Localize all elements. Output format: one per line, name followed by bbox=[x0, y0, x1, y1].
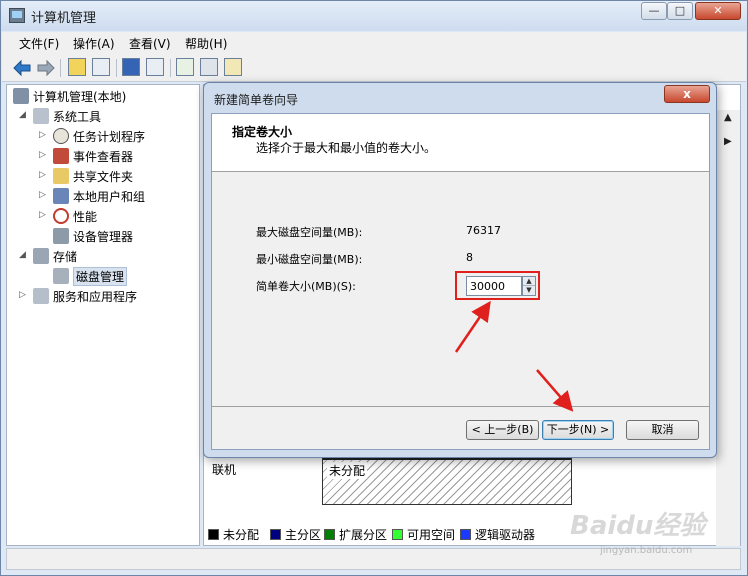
dialog-title: 新建简单卷向导 bbox=[214, 93, 299, 107]
services-icon bbox=[33, 288, 49, 304]
legend-unallocated: 未分配 bbox=[208, 526, 259, 543]
storage-icon bbox=[33, 248, 49, 264]
legend-extended: 扩展分区 bbox=[324, 526, 387, 543]
action-pane-icon[interactable] bbox=[146, 58, 164, 76]
clock-icon bbox=[53, 128, 69, 144]
performance-icon bbox=[53, 208, 69, 224]
menu-bar: 文件(F) 操作(A) 查看(V) 帮助(H) bbox=[2, 32, 746, 54]
show-hide-tree-icon[interactable] bbox=[92, 58, 110, 76]
actions-pane-edge: ▲ ▶ bbox=[716, 110, 740, 546]
min-size-label: 最小磁盘空间量(MB): bbox=[256, 253, 363, 266]
up-folder-icon[interactable] bbox=[68, 58, 86, 76]
menu-view[interactable]: 查看(V) bbox=[129, 35, 171, 52]
menu-file[interactable]: 文件(F) bbox=[19, 35, 59, 52]
export-icon[interactable] bbox=[224, 58, 242, 76]
back-button[interactable]: < 上一步(B) bbox=[466, 420, 539, 440]
refresh-icon[interactable] bbox=[176, 58, 194, 76]
close-button[interactable]: ✕ bbox=[695, 2, 741, 20]
wizard-subheading: 选择介于最大和最小值的卷大小。 bbox=[256, 141, 437, 155]
expand-right-icon[interactable]: ▶ bbox=[724, 136, 732, 147]
max-size-value: 76317 bbox=[466, 224, 501, 237]
scroll-up-icon[interactable]: ▲ bbox=[724, 112, 732, 123]
forward-arrow-icon[interactable] bbox=[36, 58, 56, 78]
watermark: Baidu经验 bbox=[570, 511, 706, 541]
tools-icon bbox=[33, 108, 49, 124]
next-button[interactable]: 下一步(N) > bbox=[542, 420, 614, 440]
new-simple-volume-wizard: 新建简单卷向导 x 指定卷大小 选择介于最大和最小值的卷大小。 最大磁盘空间量(… bbox=[203, 82, 717, 458]
help-icon[interactable] bbox=[122, 58, 140, 76]
disk-icon bbox=[53, 268, 69, 284]
legend-primary: 主分区 bbox=[270, 526, 321, 543]
menu-help[interactable]: 帮助(H) bbox=[185, 35, 227, 52]
navigation-tree: 计算机管理(本地) ◢ 系统工具 ▷ 任务计划程序 ▷ 事件查看器 ▷ 共享文件… bbox=[6, 84, 200, 546]
spin-up-icon[interactable]: ▲ bbox=[523, 277, 535, 286]
unallocated-label: 未分配 bbox=[327, 462, 368, 479]
spin-down-icon[interactable]: ▼ bbox=[523, 286, 535, 295]
menu-action[interactable]: 操作(A) bbox=[73, 35, 115, 52]
legend-logical-drive: 逻辑驱动器 bbox=[460, 526, 535, 543]
app-icon bbox=[9, 8, 25, 23]
cancel-button[interactable]: 取消 bbox=[626, 420, 699, 440]
min-size-value: 8 bbox=[466, 251, 473, 264]
volume-size-input[interactable] bbox=[466, 276, 522, 296]
users-icon bbox=[53, 188, 69, 204]
properties-icon[interactable] bbox=[200, 58, 218, 76]
volume-size-label: 简单卷大小(MB)(S): bbox=[256, 280, 356, 293]
watermark-url: jingyan.baidu.com bbox=[600, 545, 693, 556]
wizard-heading: 指定卷大小 bbox=[232, 125, 293, 139]
dialog-body: 指定卷大小 选择介于最大和最小值的卷大小。 最大磁盘空间量(MB): 76317… bbox=[211, 113, 710, 450]
shared-folder-icon bbox=[53, 168, 69, 184]
maximize-button[interactable]: □ bbox=[667, 2, 693, 20]
window-title: 计算机管理 bbox=[31, 11, 97, 26]
disk-status: 联机 bbox=[212, 463, 237, 477]
toolbar bbox=[2, 54, 746, 82]
event-viewer-icon bbox=[53, 148, 69, 164]
device-manager-icon bbox=[53, 228, 69, 244]
dialog-close-button[interactable]: x bbox=[664, 85, 710, 103]
title-bar: 计算机管理 — □ ✕ bbox=[1, 1, 747, 31]
max-size-label: 最大磁盘空间量(MB): bbox=[256, 226, 363, 239]
unallocated-partition[interactable]: 未分配 bbox=[322, 455, 572, 505]
volume-size-stepper[interactable]: ▲ ▼ bbox=[522, 276, 536, 296]
legend-free-space: 可用空间 bbox=[392, 526, 455, 543]
minimize-button[interactable]: — bbox=[641, 2, 667, 20]
computer-icon bbox=[13, 88, 29, 104]
back-arrow-icon[interactable] bbox=[12, 58, 32, 78]
wizard-header: 指定卷大小 选择介于最大和最小值的卷大小。 bbox=[212, 114, 709, 172]
